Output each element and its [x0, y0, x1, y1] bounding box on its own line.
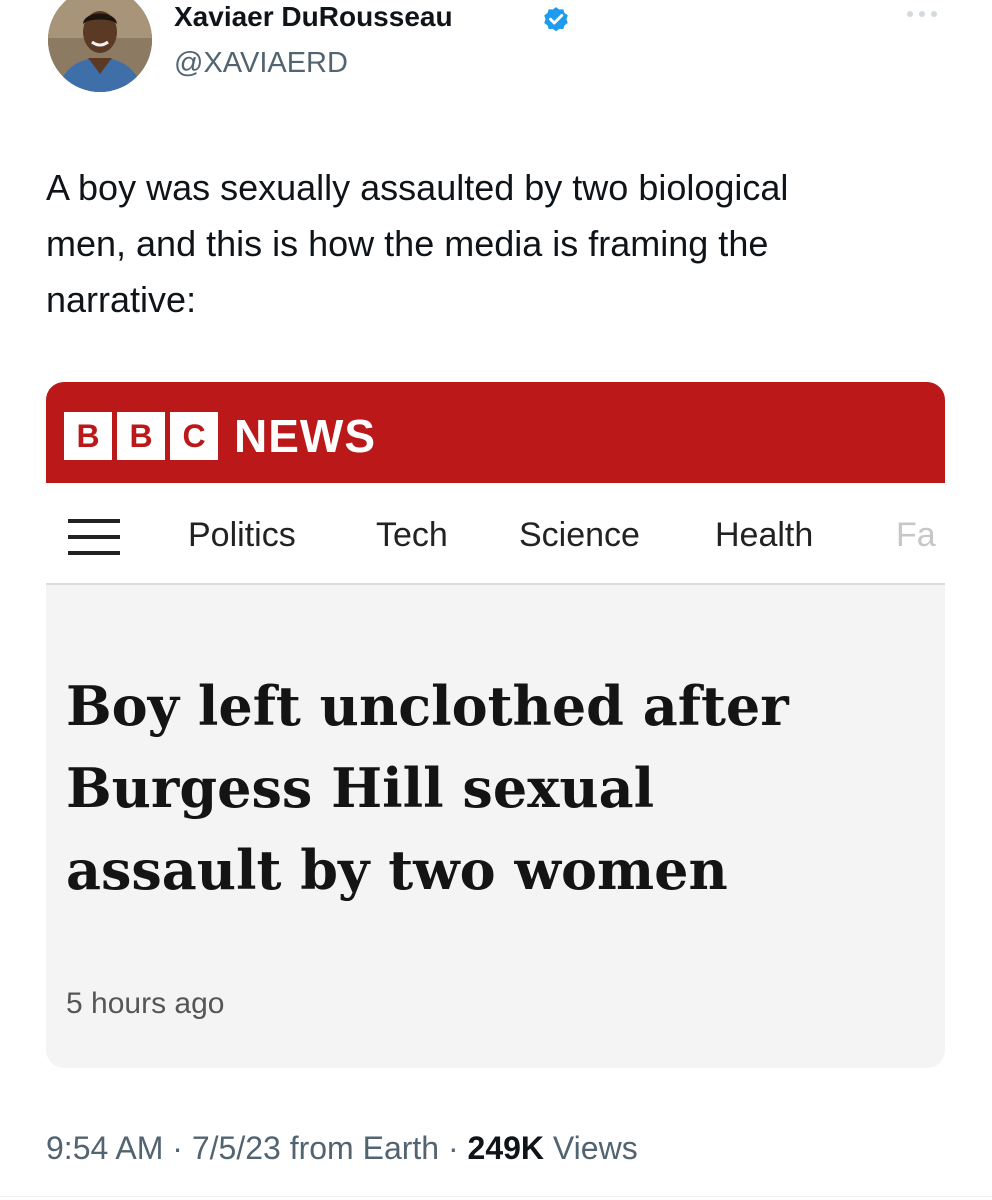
headline-line: assault by two women: [66, 838, 728, 902]
tweet-text: A boy was sexually assaulted by two biol…: [46, 160, 946, 328]
bbc-nav-bar: Politics Tech Science Health Fa: [46, 483, 945, 585]
views-label: Views: [552, 1130, 638, 1166]
bbc-news-wordmark: NEWS: [234, 410, 376, 462]
tweet-text-line: narrative:: [46, 279, 197, 320]
avatar[interactable]: [48, 0, 152, 92]
nav-item-health[interactable]: Health: [715, 513, 813, 557]
nav-item-tech[interactable]: Tech: [376, 513, 448, 557]
avatar-photo: [48, 0, 152, 92]
tweet-text-line: A boy was sexually assaulted by two biol…: [46, 167, 789, 208]
article-headline: Boy left unclothed after Burgess Hill se…: [66, 665, 936, 911]
bbc-logo-block: C: [170, 412, 218, 460]
nav-item-science[interactable]: Science: [519, 513, 640, 557]
more-horizontal-icon[interactable]: [902, 2, 942, 26]
bbc-logo: B B C: [64, 412, 218, 460]
hamburger-menu-icon[interactable]: [68, 519, 120, 555]
tweet-date[interactable]: 7/5/23: [192, 1130, 281, 1166]
tweet-source: from Earth: [289, 1130, 440, 1166]
display-name[interactable]: Xaviaer DuRousseau: [174, 0, 453, 34]
bbc-logo-block: B: [117, 412, 165, 460]
tweet-time[interactable]: 9:54 AM: [46, 1130, 163, 1166]
nav-item-politics[interactable]: Politics: [188, 513, 296, 557]
nav-item-truncated[interactable]: Fa: [896, 513, 936, 557]
tweet-meta: 9:54 AM · 7/5/23 from Earth · 249K Views: [46, 1126, 638, 1170]
bbc-news-header: B B C NEWS: [46, 382, 945, 483]
headline-line: Burgess Hill sexual: [66, 756, 655, 820]
headline-line: Boy left unclothed after: [66, 674, 789, 738]
bbc-logo-block: B: [64, 412, 112, 460]
divider: [0, 1196, 992, 1197]
embedded-article-image[interactable]: B B C NEWS Politics Tech Science Health …: [46, 382, 945, 1068]
tweet-text-line: men, and this is how the media is framin…: [46, 223, 769, 264]
views-count[interactable]: 249K: [468, 1130, 545, 1166]
article-timestamp: 5 hours ago: [66, 987, 225, 1020]
separator: ·: [172, 1130, 183, 1166]
user-handle[interactable]: @XAVIAERD: [174, 46, 348, 80]
verified-badge-icon: [544, 7, 568, 32]
separator: ·: [447, 1130, 459, 1166]
